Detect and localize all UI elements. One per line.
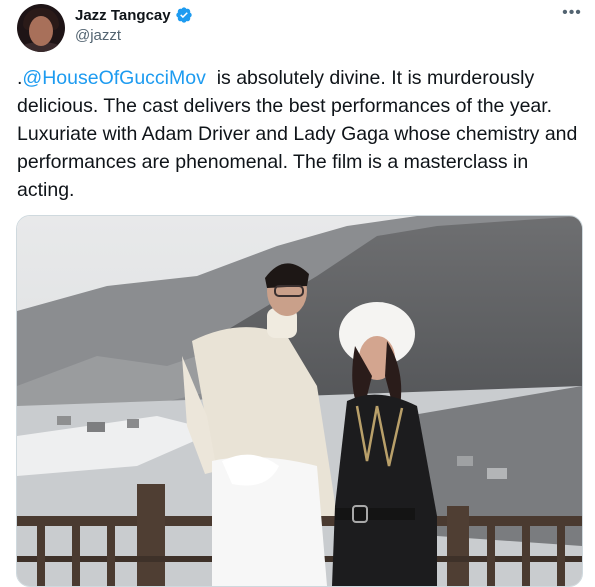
photo-scene bbox=[17, 216, 582, 586]
author-name-row[interactable]: Jazz Tangcay bbox=[75, 6, 193, 24]
tweet-header: Jazz Tangcay @jazzt ••• bbox=[0, 0, 595, 60]
more-options-icon[interactable]: ••• bbox=[561, 5, 583, 22]
author-handle[interactable]: @jazzt bbox=[75, 27, 121, 44]
author-display-name[interactable]: Jazz Tangcay bbox=[75, 7, 171, 24]
verified-badge-icon bbox=[175, 6, 193, 24]
tweet-text: .@HouseOfGucciMov is absolutely divine. … bbox=[17, 64, 585, 204]
author-avatar[interactable] bbox=[17, 4, 65, 52]
mention-link[interactable]: @HouseOfGucciMov bbox=[22, 67, 205, 89]
avatar-face bbox=[29, 16, 53, 46]
tweet-photo[interactable] bbox=[16, 215, 583, 587]
